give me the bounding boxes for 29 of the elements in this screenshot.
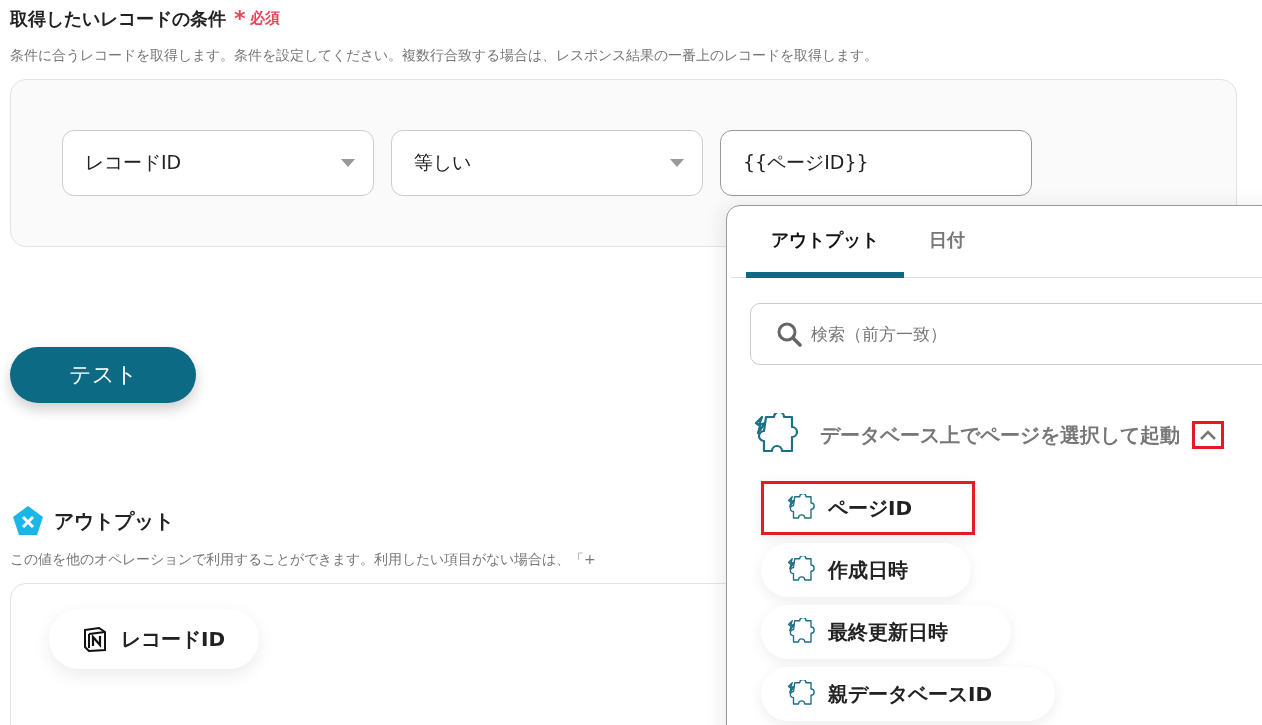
puzzle-icon (786, 556, 816, 584)
dropdown-caret-icon (341, 159, 355, 167)
section-description: 条件に合うレコードを取得します。条件を設定してください。複数行合致する場合は、レスポンス結果の一番上のレコードを取得します。 (10, 47, 879, 65)
test-button[interactable]: テスト (10, 347, 196, 403)
cube-n-icon (83, 626, 107, 652)
puzzle-icon (786, 618, 816, 646)
variable-item[interactable]: 最終更新日時 (761, 605, 1011, 659)
search-field[interactable]: 検索（前方一致） (750, 303, 1262, 365)
section-title: 取得したいレコードの条件 (10, 6, 226, 31)
variable-item[interactable]: ページID (761, 481, 976, 535)
puzzle-icon (786, 680, 816, 708)
output-item[interactable]: レコードID (49, 609, 260, 669)
tab[interactable]: 日付 (904, 206, 990, 278)
dropdown-field[interactable]: 等しい (391, 130, 703, 196)
dropdown-caret-icon (670, 159, 684, 167)
chevron-icon (1199, 429, 1217, 441)
pentagon-x-icon (12, 505, 44, 537)
collapse-toggle[interactable] (1192, 421, 1224, 449)
dropdown-field[interactable]: レコードID (62, 130, 374, 196)
required-mark: * (234, 6, 246, 31)
tab[interactable]: アウトプット (746, 206, 904, 278)
search-icon (776, 321, 802, 347)
puzzle-icon (786, 494, 816, 522)
required-label: 必須 (249, 9, 280, 28)
output-title: アウトプット (54, 507, 174, 535)
value-input-field[interactable]: {{ページID}} (720, 130, 1032, 196)
output-description: この値を他のオペレーションで利用することができます。利用したい項目がない場合は、「+ (10, 551, 597, 569)
variable-item[interactable]: 作成日時 (761, 543, 971, 597)
group-title: データベース上でページを選択して起動 (820, 421, 1180, 449)
